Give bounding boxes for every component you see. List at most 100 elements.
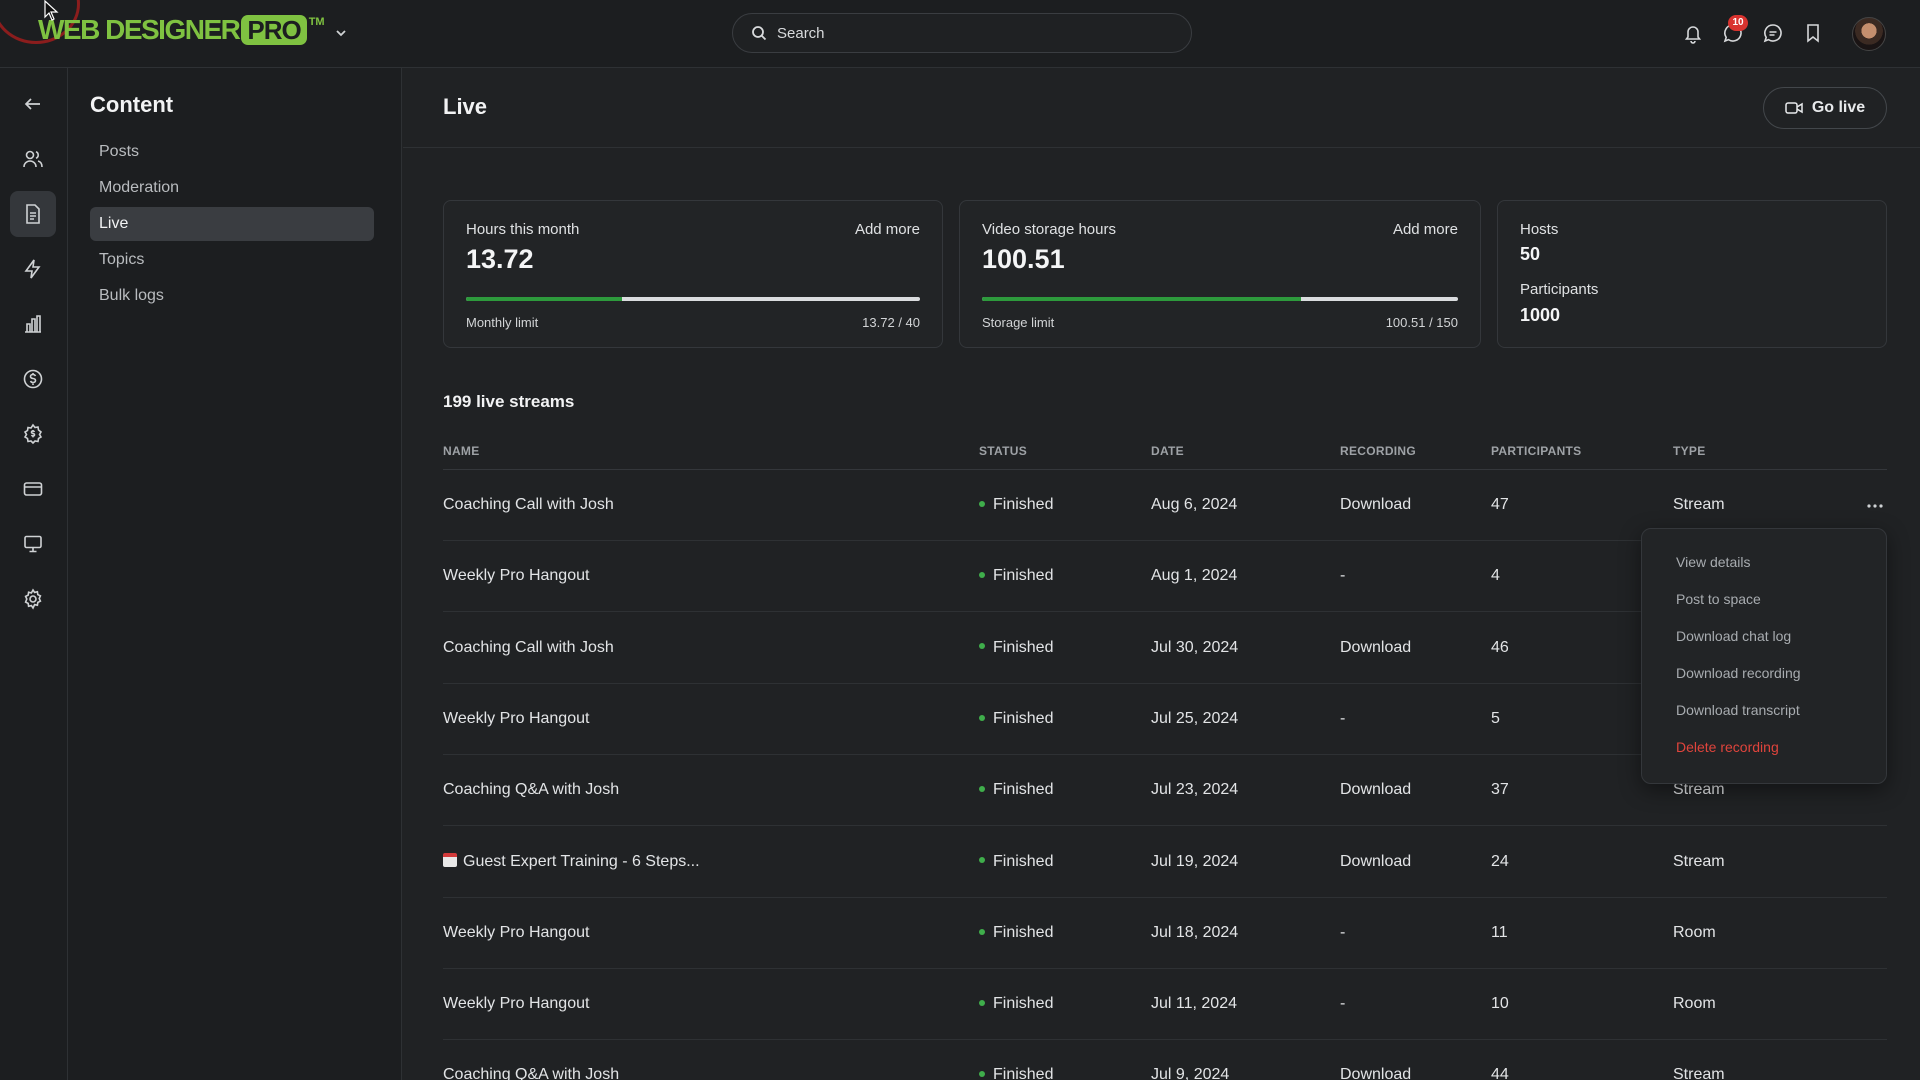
arrow-left-icon [24,98,40,110]
col-status[interactable]: STATUS [979,444,1027,458]
search-input[interactable] [777,24,1157,42]
menu-post-to-space[interactable]: Post to space [1676,591,1761,607]
subnav-item-moderation[interactable]: Moderation [90,171,374,205]
cell-status: Finished [979,781,1053,799]
status-label: Finished [993,995,1054,1013]
hours-card: Hours this month Add more 13.72 Monthly … [443,200,943,348]
credit-card-icon [23,482,43,496]
users-icon [23,150,43,168]
table-row[interactable]: Guest Expert Training - 6 Steps... Finish… [443,827,1887,898]
cell-name[interactable]: Weekly Pro Hangout [443,710,589,728]
cell-status: Finished [979,995,1053,1013]
table-row[interactable]: Coaching Q&A with Josh Finished Jul 9, 202… [443,1040,1887,1080]
rail-payments[interactable] [10,356,56,402]
subnav-item-posts[interactable]: Posts [90,135,374,169]
go-live-button[interactable]: Go live [1763,87,1887,129]
bell-icon[interactable] [1682,22,1704,44]
rail-site[interactable] [10,521,56,567]
rail-content[interactable] [10,191,56,237]
search-bar[interactable] [732,13,1192,53]
subnav-item-live[interactable]: Live [90,207,374,241]
cell-recording[interactable]: Download [1340,496,1411,514]
cell-name[interactable]: Weekly Pro Hangout [443,567,589,585]
status-dot-icon [979,928,985,935]
rail-settings[interactable] [10,576,56,622]
col-date[interactable]: DATE [1151,444,1184,458]
cell-name[interactable]: Weekly Pro Hangout [443,995,589,1013]
col-recording[interactable]: RECORDING [1340,444,1416,458]
cell-participants: 5 [1491,709,1500,727]
cell-date: Jul 19, 2024 [1151,852,1239,870]
main-content: Live Go live Hours this month Add more 1… [403,68,1920,1080]
cell-type: Stream [1673,1066,1725,1080]
rail-billing[interactable] [10,466,56,512]
menu-download-transcript[interactable]: Download transcript [1676,702,1800,718]
status-label: Finished [993,1066,1054,1080]
rail-analytics[interactable] [10,301,56,347]
app-logo[interactable]: WEB DESIGNER PRO TM [38,14,325,46]
cell-recording: - [1340,567,1346,585]
hours-progress-fill [466,297,622,301]
cell-recording[interactable]: Download [1340,639,1411,657]
calendar-icon [443,853,457,868]
status-label: Finished [993,638,1054,656]
logo-text: WEB DESIGNER [38,14,241,45]
status-dot-icon [979,785,985,792]
hours-add-more-link[interactable]: Add more [855,221,920,238]
storage-card: Video storage hours Add more 100.51 Stor… [959,200,1481,348]
col-type[interactable]: TYPE [1673,444,1706,458]
chevron-down-icon[interactable] [334,26,348,40]
mouse-cursor-icon [44,0,59,21]
rail-members[interactable] [10,136,56,182]
cell-date: Jul 11, 2024 [1151,995,1237,1013]
cell-name[interactable]: Weekly Pro Hangout [443,924,589,942]
cell-name[interactable]: Coaching Q&A with Josh [443,781,619,799]
col-name[interactable]: NAME [443,444,480,458]
table-row[interactable]: Weekly Pro Hangout Finished Jul 18, 2024 - 1… [443,898,1887,969]
logo-pro-badge: PRO [241,15,307,45]
more-options-icon[interactable] [1865,496,1885,516]
top-bar: WEB DESIGNER PRO TM 10 [0,0,1920,68]
cell-status: Finished [979,853,1053,871]
storage-progress-bar [982,297,1458,301]
subnav-item-topics[interactable]: Topics [90,243,374,277]
dollar-icon [23,369,43,389]
cell-recording: - [1340,995,1346,1013]
cell-name[interactable]: Guest Expert Training - 6 Steps... [443,853,700,871]
go-live-label: Go live [1811,99,1866,116]
gear-icon [24,588,42,610]
cell-type: Stream [1673,496,1725,513]
status-label: Finished [993,567,1054,585]
status-label: Finished [993,781,1054,799]
cell-date: Jul 25, 2024 [1151,709,1239,727]
logo-trademark: TM [308,16,325,28]
menu-view-details[interactable]: View details [1676,554,1750,570]
storage-add-more-link[interactable]: Add more [1393,221,1458,238]
cell-recording[interactable]: Download [1340,1066,1411,1080]
direct-messages-icon[interactable] [1762,22,1784,44]
menu-download-chat-log[interactable]: Download chat log [1676,628,1791,644]
cell-name[interactable]: Coaching Q&A with Josh [443,1066,619,1080]
back-button[interactable] [10,81,56,127]
status-dot-icon [979,1071,985,1078]
storage-limit-text: 100.51 / 150 [1385,315,1458,330]
messages-badge: 10 [1728,15,1748,31]
icon-rail [0,68,68,1080]
cell-participants: 10 [1491,995,1509,1013]
col-participants[interactable]: PARTICIPANTS [1491,444,1582,458]
cell-recording[interactable]: Download [1340,853,1411,871]
rail-monetization[interactable] [10,411,56,457]
cell-name[interactable]: Coaching Call with Josh [443,639,614,657]
rail-workflows[interactable] [10,246,56,292]
subnav-item-bulk-logs[interactable]: Bulk logs [90,279,374,313]
user-avatar[interactable] [1852,17,1886,51]
menu-delete-recording[interactable]: Delete recording [1676,739,1779,755]
cell-name[interactable]: Coaching Call with Josh [443,496,614,514]
menu-download-recording[interactable]: Download recording [1676,665,1801,681]
bookmark-icon[interactable] [1802,22,1824,44]
status-dot-icon [979,857,985,864]
cell-recording[interactable]: Download [1340,781,1411,799]
table-row[interactable]: Weekly Pro Hangout Finished Jul 11, 2024 - 1… [443,969,1887,1041]
hosts-label: Hosts [1520,221,1559,238]
cell-date: Jul 30, 2024 [1151,638,1239,656]
